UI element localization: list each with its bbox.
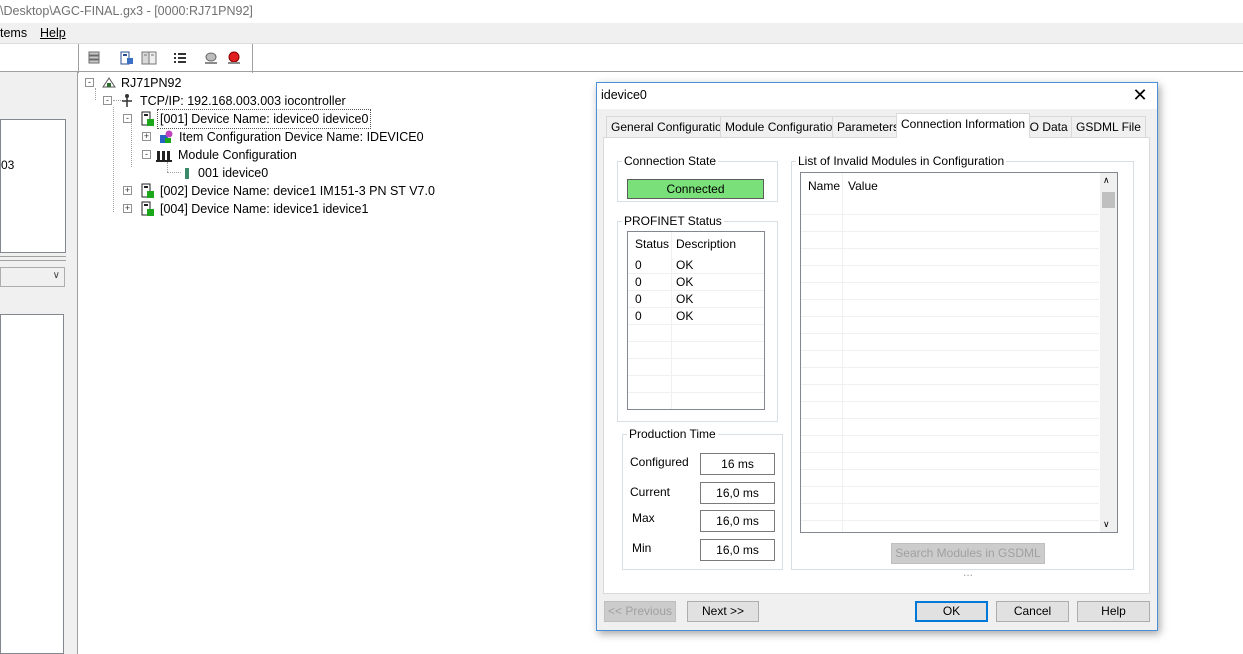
previous-button[interactable]: << Previous <box>604 601 676 622</box>
tab-connection-information[interactable]: Connection Information <box>896 113 1031 138</box>
tree-label: Item Configuration Device Name: IDEVICE0 <box>179 130 424 144</box>
left-dropdown[interactable]: ∨ <box>0 267 65 287</box>
invalid-modules-list[interactable]: Name Value ∧ ∨ <box>800 172 1118 533</box>
group-label: List of Invalid Modules in Configuration <box>798 154 1005 168</box>
list-item[interactable]: 0 OK <box>628 291 764 308</box>
column-header-status: Status <box>635 237 670 251</box>
module-list-icon[interactable] <box>141 50 157 66</box>
tab-parameters[interactable]: Parameters <box>832 116 905 137</box>
module-slot-icon <box>185 168 189 179</box>
search-modules-button[interactable]: Search Modules in GSDML ... <box>891 543 1045 579</box>
tree-label: [004] Device Name: idevice1 idevice1 <box>160 202 369 216</box>
item-configuration-icon <box>160 130 173 143</box>
menu-items[interactable]: tems <box>0 26 27 40</box>
device-icon <box>141 183 154 198</box>
collapse-toggle[interactable]: - <box>103 96 112 105</box>
group-label: PROFINET Status <box>624 214 722 228</box>
chevron-down-icon: ∨ <box>52 270 60 281</box>
configured-label: Configured <box>630 455 689 469</box>
collapse-toggle[interactable]: - <box>85 78 94 87</box>
tab-panel: Connection State Connected PROFINET Stat… <box>603 137 1150 594</box>
dialog-title-bar: idevice0 ✕ <box>597 83 1157 109</box>
left-info-text: 03 <box>1 158 15 172</box>
device-icon <box>141 111 154 126</box>
toolbar <box>0 43 1243 73</box>
expand-toggle[interactable]: + <box>142 132 151 141</box>
column-header-description: Description <box>676 237 737 251</box>
tree-label: [001] Device Name: idevice0 idevice0 <box>156 109 372 129</box>
expand-toggle[interactable]: + <box>123 204 132 213</box>
plc-icon <box>102 77 116 88</box>
group-label: Production Time <box>629 427 716 441</box>
tree-label: Module Configuration <box>178 148 297 162</box>
tree-label: TCP/IP: 192.168.003.003 iocontroller <box>140 94 346 108</box>
profinet-status-group: PROFINET Status Status Description 0 OK 0… <box>617 214 778 422</box>
toolbar-separator <box>78 44 79 73</box>
group-label: Connection State <box>624 154 717 168</box>
ok-button[interactable]: OK <box>915 601 988 622</box>
connection-state-group: Connection State Connected <box>617 154 778 202</box>
max-value: 16,0 ms <box>700 510 775 532</box>
chevron-up-icon[interactable]: ∧ <box>1103 175 1110 186</box>
list-item[interactable]: 0 OK <box>628 308 764 325</box>
device-add-icon[interactable] <box>119 50 135 66</box>
max-label: Max <box>632 511 655 525</box>
module-rack-icon <box>156 151 172 162</box>
left-pane: 03 ∨ <box>0 72 78 654</box>
connection-state-indicator: Connected <box>627 179 764 199</box>
collapse-toggle[interactable]: - <box>123 114 132 123</box>
collapse-toggle[interactable]: - <box>142 150 151 159</box>
configured-value: 16 ms <box>700 453 775 475</box>
profinet-status-list[interactable]: Status Description 0 OK 0 OK 0 OK 0 OK <box>627 231 765 410</box>
left-list-box[interactable] <box>0 314 64 654</box>
tab-general-configuration[interactable]: General Configuration <box>606 116 734 137</box>
min-value: 16,0 ms <box>700 539 775 561</box>
expand-toggle[interactable]: + <box>123 186 132 195</box>
help-button[interactable]: Help <box>1077 601 1150 622</box>
left-info-box: 03 <box>0 119 66 253</box>
stop-icon[interactable] <box>226 50 242 66</box>
next-button[interactable]: Next >> <box>687 601 759 622</box>
menu-bar: tems Help <box>0 23 1243 43</box>
left-divider <box>0 256 66 257</box>
list-icon[interactable] <box>172 50 188 66</box>
menu-help[interactable]: Help <box>40 26 66 40</box>
network-scan-icon[interactable] <box>203 50 219 66</box>
dialog-title: idevice0 <box>601 88 647 102</box>
invalid-modules-group: List of Invalid Modules in Configuration… <box>791 154 1134 579</box>
device-tree: - RJ71PN92 - TCP/IP: 192.168.003.003 ioc… <box>79 72 594 654</box>
column-header-value: Value <box>848 179 878 193</box>
tab-gsdml-file[interactable]: GSDML File <box>1071 116 1146 137</box>
list-item[interactable]: 0 OK <box>628 257 764 274</box>
stack-icon[interactable] <box>86 50 102 66</box>
window-title: \Desktop\AGC-FINAL.gx3 - [0000:RJ71PN92] <box>0 4 253 18</box>
min-label: Min <box>632 541 652 555</box>
tree-label: [002] Device Name: device1 IM151-3 PN ST… <box>160 184 435 198</box>
chevron-down-icon[interactable]: ∨ <box>1103 519 1110 530</box>
tree-label: 001 idevice0 <box>198 166 269 180</box>
title-bar: \Desktop\AGC-FINAL.gx3 - [0000:RJ71PN92] <box>0 0 1243 23</box>
left-divider <box>0 260 66 261</box>
production-time-group: Production Time Configured 16 ms Current… <box>622 427 783 570</box>
scrollbar-thumb[interactable] <box>1102 192 1115 208</box>
column-header-name: Name <box>808 179 841 193</box>
vertical-scrollbar[interactable]: ∧ ∨ <box>1100 173 1117 532</box>
network-icon <box>122 94 132 107</box>
cancel-button[interactable]: Cancel <box>996 601 1069 622</box>
tab-module-configuration[interactable]: Module Configuration <box>720 116 845 137</box>
device-dialog: idevice0 ✕ General Configuration Module … <box>596 82 1158 631</box>
current-label: Current <box>630 485 671 499</box>
toolbar-separator <box>252 44 253 73</box>
close-icon[interactable]: ✕ <box>1129 85 1151 107</box>
tree-label: RJ71PN92 <box>121 76 182 90</box>
list-item[interactable]: 0 OK <box>628 274 764 291</box>
device-icon <box>141 201 154 216</box>
current-value: 16,0 ms <box>700 482 775 504</box>
